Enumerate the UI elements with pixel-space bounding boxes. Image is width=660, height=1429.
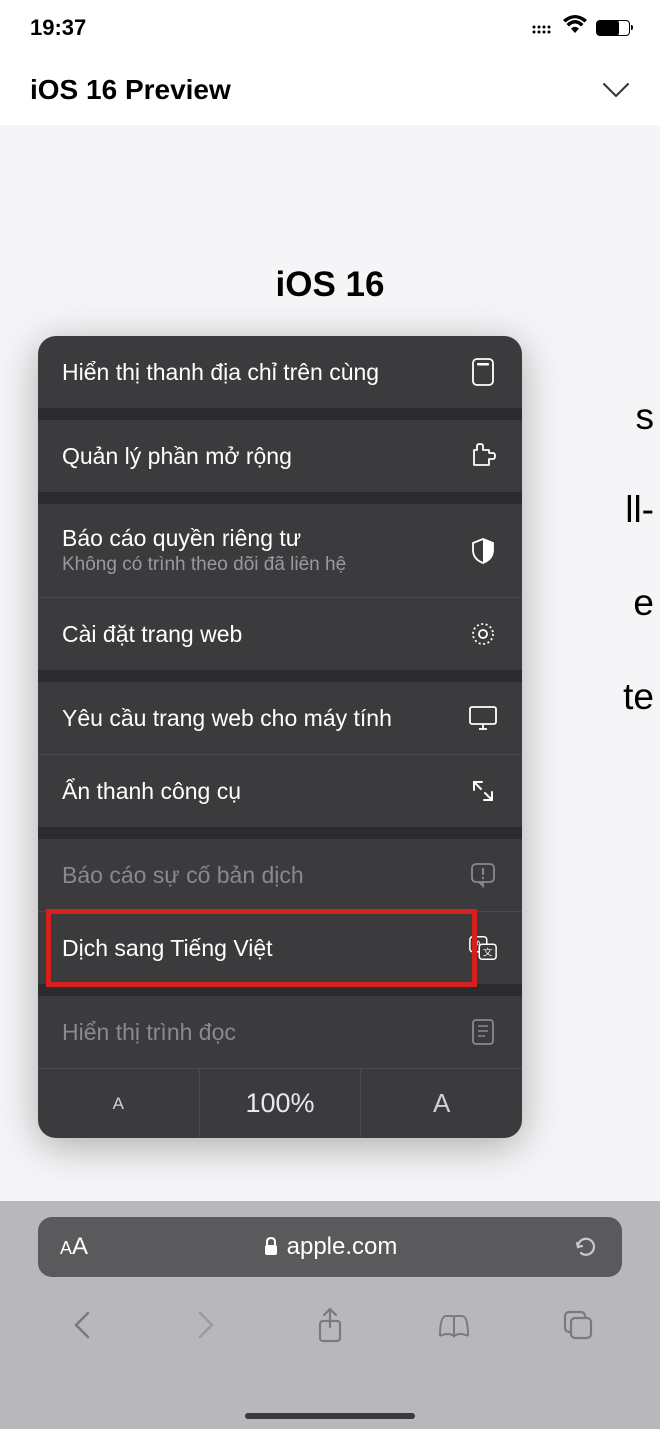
forward-button[interactable] (186, 1305, 226, 1345)
cellular-signal-icon (532, 21, 554, 35)
bookmarks-button[interactable] (434, 1305, 474, 1345)
shield-icon (468, 536, 498, 566)
menu-item-report-translation: Báo cáo sự cố bản dịch (38, 839, 522, 912)
status-bar: 19:37 (0, 0, 660, 55)
menu-item-address-bar-top[interactable]: Hiển thị thanh địa chỉ trên cùng (38, 336, 522, 408)
page-nav-title: iOS 16 Preview (30, 74, 231, 106)
zoom-out-button[interactable]: A (38, 1069, 200, 1138)
zoom-level[interactable]: 100% (200, 1069, 362, 1138)
status-time: 19:37 (30, 15, 86, 41)
battery-icon (596, 20, 630, 36)
back-button[interactable] (62, 1305, 102, 1345)
extension-icon (468, 441, 498, 471)
text-size-button[interactable]: AA (60, 1233, 88, 1261)
menu-item-translate[interactable]: Dịch sang Tiếng Việt A文 (38, 912, 522, 984)
page-content: iOS 16 (0, 125, 660, 305)
home-indicator[interactable] (245, 1413, 415, 1419)
zoom-controls: A 100% A (38, 1068, 522, 1138)
page-nav-header: iOS 16 Preview (0, 55, 660, 125)
address-bar[interactable]: AA apple.com (38, 1217, 622, 1277)
refresh-icon[interactable] (572, 1233, 600, 1261)
chevron-down-icon[interactable] (602, 82, 630, 98)
menu-item-show-reader: Hiển thị trình đọc (38, 996, 522, 1068)
menu-item-hide-toolbar[interactable]: Ẩn thanh công cụ (38, 755, 522, 827)
menu-label: Yêu cầu trang web cho máy tính (62, 705, 392, 732)
url-display[interactable]: apple.com (263, 1233, 398, 1261)
menu-sublabel: Không có trình theo dõi đã liên hệ (62, 554, 346, 576)
status-icons (532, 15, 630, 40)
menu-label: Hiển thị trình đọc (62, 1019, 236, 1046)
menu-label: Cài đặt trang web (62, 621, 242, 648)
page-heading: iOS 16 (0, 265, 660, 305)
menu-item-request-desktop[interactable]: Yêu cầu trang web cho máy tính (38, 682, 522, 755)
menu-label: Báo cáo quyền riêng tư (62, 525, 346, 552)
expand-icon (468, 776, 498, 806)
browser-toolbar: AA apple.com (0, 1201, 660, 1429)
menu-label: Quản lý phần mở rộng (62, 443, 292, 470)
page-settings-menu: Hiển thị thanh địa chỉ trên cùng Quản lý… (38, 336, 522, 1138)
menu-label: Ẩn thanh công cụ (62, 778, 241, 805)
monitor-icon (468, 703, 498, 733)
share-button[interactable] (310, 1305, 350, 1345)
menu-label: Hiển thị thanh địa chỉ trên cùng (62, 359, 379, 386)
menu-label: Báo cáo sự cố bản dịch (62, 862, 304, 889)
menu-item-manage-extensions[interactable]: Quản lý phần mở rộng (38, 420, 522, 492)
lock-icon (263, 1237, 279, 1257)
translate-icon: A文 (468, 933, 498, 963)
menu-item-privacy-report[interactable]: Báo cáo quyền riêng tư Không có trình th… (38, 504, 522, 598)
wifi-icon (562, 15, 588, 40)
menu-item-website-settings[interactable]: Cài đặt trang web (38, 598, 522, 670)
reader-icon (468, 1017, 498, 1047)
address-bar-top-icon (468, 357, 498, 387)
zoom-in-button[interactable]: A (361, 1069, 522, 1138)
tabs-button[interactable] (558, 1305, 598, 1345)
report-icon (468, 860, 498, 890)
svg-text:文: 文 (483, 947, 493, 958)
background-page-text: s ll- e te (623, 370, 654, 743)
gear-icon (468, 619, 498, 649)
menu-label: Dịch sang Tiếng Việt (62, 935, 273, 962)
nav-buttons (0, 1277, 660, 1345)
